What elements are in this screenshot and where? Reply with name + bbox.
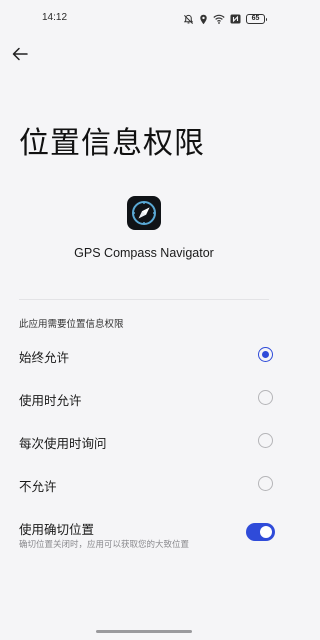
wifi-icon [213,14,225,24]
back-arrow-icon [10,47,30,68]
app-name: GPS Compass Navigator [74,246,214,260]
option-label: 每次使用时询问 [19,436,107,451]
precise-location-row: 使用确切位置 确切位置关闭时，应用可以获取您的大致位置 [0,512,288,556]
page-title: 位置信息权限 [19,126,205,161]
battery-icon: 65 [246,14,267,24]
radio-button-selected[interactable] [258,347,273,362]
home-indicator[interactable] [96,630,192,633]
status-icons: 65 [183,12,267,26]
radio-button[interactable] [258,390,273,405]
location-icon [199,14,208,25]
back-button[interactable] [10,44,34,64]
nfc-icon [230,14,241,24]
mute-bell-icon [183,14,194,25]
radio-button[interactable] [258,433,273,448]
option-ask-every-time[interactable]: 每次使用时询问 [0,419,288,462]
option-label: 使用时允许 [19,393,82,408]
option-allow-while-using[interactable]: 使用时允许 [0,376,288,419]
precise-location-toggle[interactable] [246,523,275,541]
precise-location-label: 使用确切位置 [19,522,95,537]
status-time: 14:12 [42,12,68,23]
precise-location-description: 确切位置关闭时，应用可以获取您的大致位置 [19,540,190,550]
option-label: 始终允许 [19,350,70,365]
section-title: 此应用需要位置信息权限 [19,319,124,330]
location-permission-screen: 14:12 65 位置信息权限 GPS Compass Navigator 此应… [0,0,288,640]
compass-navigation-icon [127,196,161,230]
option-always-allow[interactable]: 始终允许 [0,333,288,376]
option-deny[interactable]: 不允许 [0,462,288,505]
status-bar: 14:12 65 [0,0,288,36]
option-label: 不允许 [19,479,57,494]
divider [19,299,269,300]
radio-button[interactable] [258,476,273,491]
